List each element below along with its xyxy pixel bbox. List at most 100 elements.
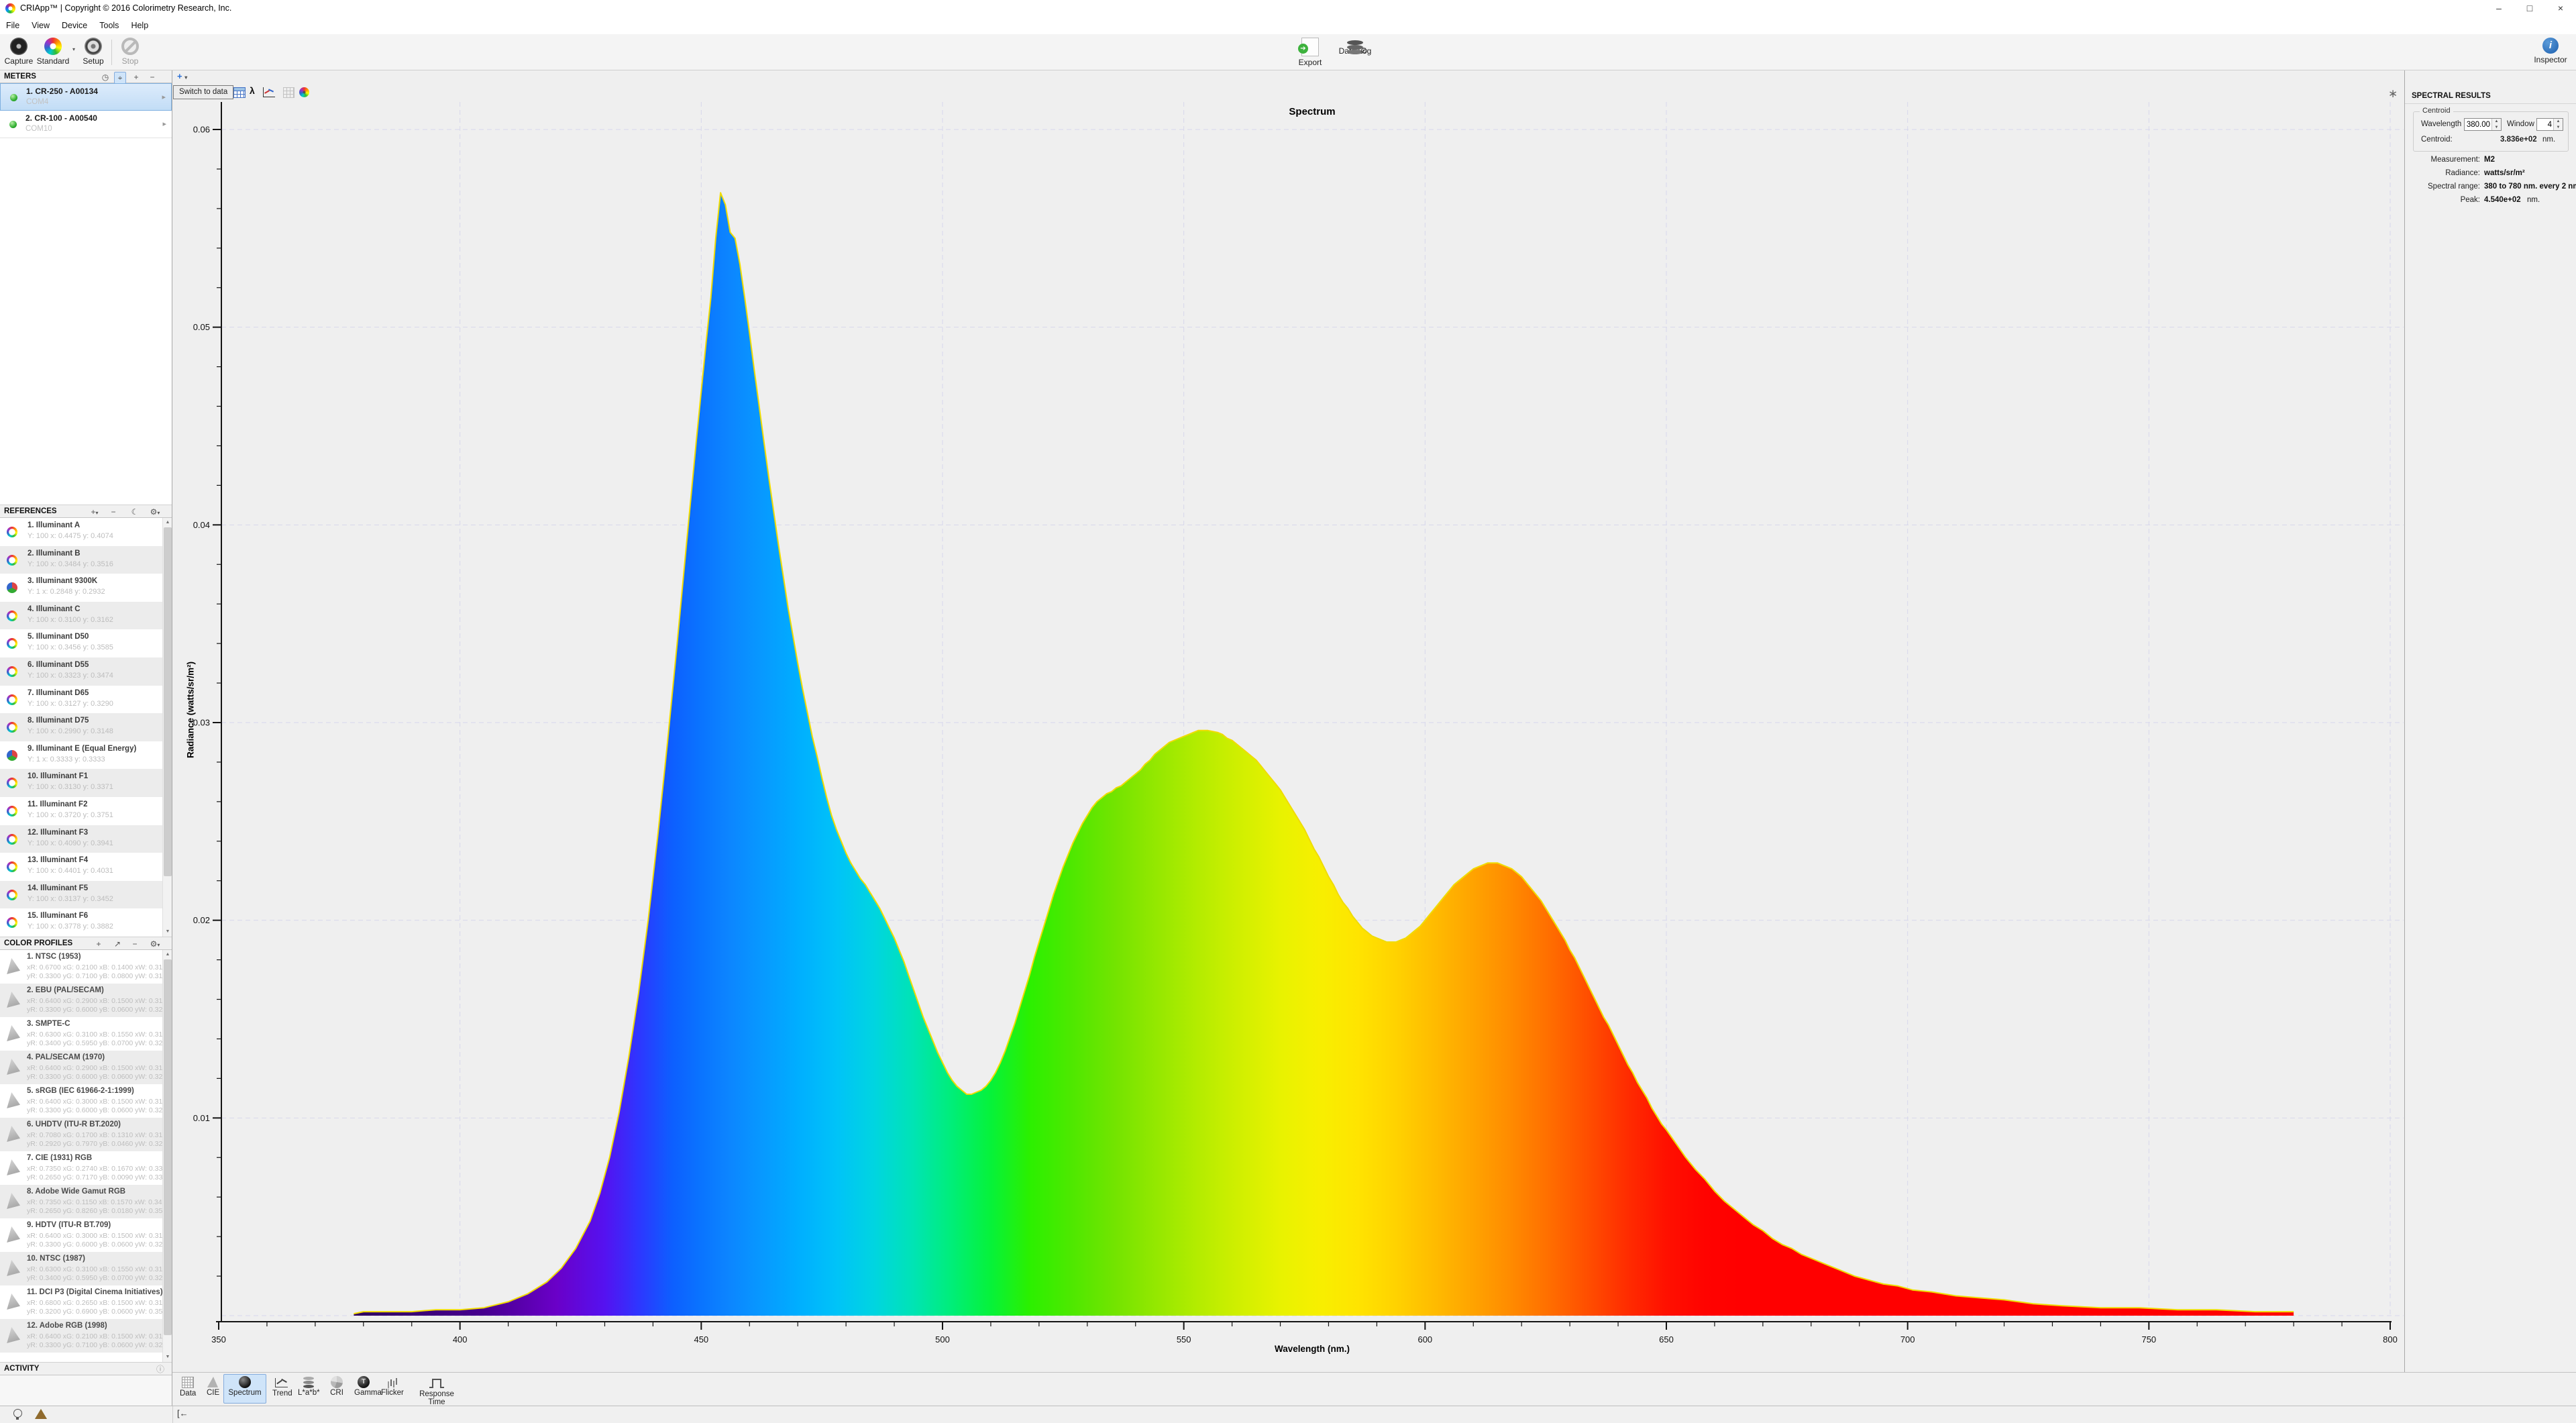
color-profile-item[interactable]: 11. DCI P3 (Digital Cinema Initiatives) x… (0, 1285, 162, 1319)
scroll-down-icon[interactable]: ▼ (163, 1353, 172, 1362)
color-profile-item[interactable]: 5. sRGB (IEC 61966-2-1:1999) xR: 0.6400 x… (0, 1084, 162, 1118)
wavelength-input[interactable] (2465, 119, 2491, 130)
remove-profile-icon[interactable]: − (129, 939, 141, 949)
scroll-up-icon[interactable]: ▲ (163, 518, 172, 527)
references-settings-gear-icon[interactable]: ⚙▾ (149, 507, 161, 519)
add-reference-icon[interactable]: +▾ (89, 507, 101, 519)
reference-item[interactable]: 8. Illuminant D75 Y: 100 x: 0.2990 y: 0.3… (0, 713, 162, 741)
close-button[interactable]: × (2545, 0, 2576, 17)
remove-reference-icon[interactable]: − (107, 507, 119, 517)
color-wheel-icon[interactable] (299, 87, 309, 98)
history-clock-icon[interactable]: ◷ (99, 72, 111, 83)
reference-item[interactable]: 11. Illuminant F2 Y: 100 x: 0.3720 y: 0.3… (0, 797, 162, 825)
reference-item[interactable]: 10. Illuminant F1 Y: 100 x: 0.3130 y: 0.3… (0, 769, 162, 797)
tab-response-time[interactable]: Response Time (406, 1374, 468, 1406)
info-icon[interactable]: ⓘ (154, 1364, 166, 1375)
window-input[interactable] (2537, 119, 2553, 130)
tab-spectrum[interactable]: Spectrum (223, 1374, 266, 1404)
chevron-right-icon[interactable]: ▸ (162, 93, 166, 101)
color-profile-item[interactable]: 2. EBU (PAL/SECAM) xR: 0.6400 xG: 0.2900 … (0, 984, 162, 1017)
color-profile-item[interactable]: 6. UHDTV (ITU-R BT.2020) xR: 0.7080 xG: 0… (0, 1118, 162, 1151)
setup-button[interactable]: Setup (78, 36, 109, 66)
tab-gamma[interactable]: T Gamma (350, 1374, 382, 1404)
tab-cri[interactable]: CRI (325, 1374, 348, 1404)
add-meter-icon[interactable]: + (130, 72, 142, 83)
menu-item-tools[interactable]: Tools (93, 17, 125, 34)
spin-up-icon[interactable]: ▲ (2492, 119, 2501, 125)
color-profile-item[interactable]: 7. CIE (1931) RGB xR: 0.7350 xG: 0.2740 x… (0, 1151, 162, 1185)
spin-up-icon[interactable]: ▲ (2554, 119, 2563, 125)
tab-data[interactable]: Data (175, 1374, 201, 1404)
inspector-button[interactable]: i Inspector (2530, 36, 2571, 64)
trend-chart-icon[interactable] (263, 87, 275, 98)
profiles-scroll-thumb[interactable] (164, 959, 172, 1335)
profile-name: 3. SMPTE-C (27, 1020, 70, 1028)
switch-to-data-button[interactable]: Switch to data (173, 85, 234, 99)
export-button[interactable]: Export (1293, 36, 1327, 67)
tab-trend[interactable]: Trend (268, 1374, 294, 1404)
reference-item[interactable]: 3. Illuminant 9300K Y: 1 x: 0.2848 y: 0.2… (0, 574, 162, 602)
data-log-button[interactable]: Data Log (1335, 36, 1375, 56)
reference-item[interactable]: 4. Illuminant C Y: 100 x: 0.3100 y: 0.316… (0, 601, 162, 630)
bulb-icon[interactable] (13, 1409, 22, 1420)
meter-item[interactable]: 1. CR-250 - A00134 COM4 ▸ (0, 83, 172, 111)
color-profile-item[interactable]: 8. Adobe Wide Gamut RGB xR: 0.7350 xG: 0.… (0, 1185, 162, 1218)
reference-item[interactable]: 14. Illuminant F5 Y: 100 x: 0.3137 y: 0.3… (0, 880, 162, 909)
standard-dropdown-icon[interactable]: ▾ (72, 46, 75, 52)
data-table-icon[interactable] (233, 87, 246, 98)
color-profile-item[interactable]: 3. SMPTE-C xR: 0.6300 xG: 0.3100 xB: 0.15… (0, 1017, 162, 1051)
spin-down-icon[interactable]: ▼ (2554, 125, 2563, 131)
reference-item[interactable]: 9. Illuminant E (Equal Energy) Y: 1 x: 0.… (0, 741, 162, 770)
standard-button[interactable]: Standard (35, 36, 71, 66)
remove-meter-icon[interactable]: − (146, 72, 158, 83)
tab-l-a-b-[interactable]: L*a*b* (293, 1374, 324, 1404)
scroll-up-icon[interactable]: ▲ (163, 950, 172, 959)
menu-item-help[interactable]: Help (125, 17, 154, 34)
scroll-down-icon[interactable]: ▼ (163, 927, 172, 937)
color-profile-item[interactable]: 4. PAL/SECAM (1970) xR: 0.6400 xG: 0.2900… (0, 1051, 162, 1084)
menu-item-file[interactable]: File (0, 17, 25, 34)
probe-icon[interactable]: ⌖ (114, 72, 126, 84)
wavelength-stepper[interactable]: ▲▼ (2464, 118, 2502, 131)
window-stepper[interactable]: ▲▼ (2536, 118, 2563, 131)
spinner-buttons[interactable]: ▲ ▼ (2491, 119, 2501, 130)
reference-item[interactable]: 1. Illuminant A Y: 100 x: 0.4475 y: 0.407… (0, 518, 162, 546)
moon-icon[interactable]: ☾ (129, 507, 141, 517)
tab-cie[interactable]: CIE (202, 1374, 223, 1404)
color-profile-item[interactable]: 1. NTSC (1953) xR: 0.6700 xG: 0.2100 xB: … (0, 950, 162, 984)
reference-item[interactable]: 13. Illuminant F4 Y: 100 x: 0.4401 y: 0.4… (0, 853, 162, 881)
profiles-scrollbar[interactable]: ▲ ▼ (162, 950, 172, 1362)
profiles-settings-gear-icon[interactable]: ⚙▾ (149, 939, 161, 951)
color-profile-item[interactable]: 10. NTSC (1987) xR: 0.6300 xG: 0.3100 xB:… (0, 1252, 162, 1285)
reference-item[interactable]: 12. Illuminant F3 Y: 100 x: 0.4090 y: 0.3… (0, 825, 162, 853)
color-profile-item[interactable]: 12. Adobe RGB (1998) xR: 0.6400 xG: 0.210… (0, 1319, 162, 1353)
grid-icon[interactable] (283, 87, 294, 98)
add-profile-icon[interactable]: + (93, 939, 105, 949)
minimize-button[interactable]: – (2483, 0, 2514, 17)
spin-down-icon[interactable]: ▼ (2492, 125, 2501, 131)
menu-item-device[interactable]: Device (56, 17, 93, 34)
stop-button[interactable]: Stop (115, 36, 145, 66)
wavelength-lambda-icon[interactable]: λ (250, 85, 255, 96)
exit-arrow-icon[interactable]: [← (177, 1408, 189, 1418)
export-profile-icon[interactable]: ↗ (111, 939, 123, 949)
references-scroll-thumb[interactable] (164, 527, 172, 876)
reference-item[interactable]: 2. Illuminant B Y: 100 x: 0.3484 y: 0.351… (0, 545, 162, 574)
gamut-triangle-icon[interactable] (35, 1409, 47, 1419)
maximize-button[interactable]: □ (2514, 0, 2545, 17)
meter-item[interactable]: 2. CR-100 - A00540 COM10 ▸ (0, 111, 172, 138)
tab-flicker[interactable]: Flicker (376, 1374, 406, 1404)
spinner-buttons[interactable]: ▲ ▼ (2553, 119, 2563, 130)
reference-item[interactable]: 6. Illuminant D55 Y: 100 x: 0.3323 y: 0.3… (0, 657, 162, 686)
panel-splitter-icon[interactable]: ∗ (2388, 87, 2398, 101)
add-plot-tab-button[interactable]: + ▾ (177, 71, 187, 81)
reference-item[interactable]: 15. Illuminant F6 Y: 100 x: 0.3778 y: 0.3… (0, 908, 162, 937)
reference-item[interactable]: 7. Illuminant D65 Y: 100 x: 0.3127 y: 0.3… (0, 685, 162, 714)
reference-item[interactable]: 5. Illuminant D50 Y: 100 x: 0.3456 y: 0.3… (0, 629, 162, 657)
gamut-triangle-icon (7, 1226, 20, 1243)
references-scrollbar[interactable]: ▲ ▼ (162, 518, 172, 937)
color-profile-item[interactable]: 9. HDTV (ITU-R BT.709) xR: 0.6400 xG: 0.3… (0, 1218, 162, 1252)
chevron-right-icon[interactable]: ▸ (162, 119, 166, 128)
capture-button[interactable]: Capture (3, 36, 35, 66)
menu-item-view[interactable]: View (25, 17, 56, 34)
